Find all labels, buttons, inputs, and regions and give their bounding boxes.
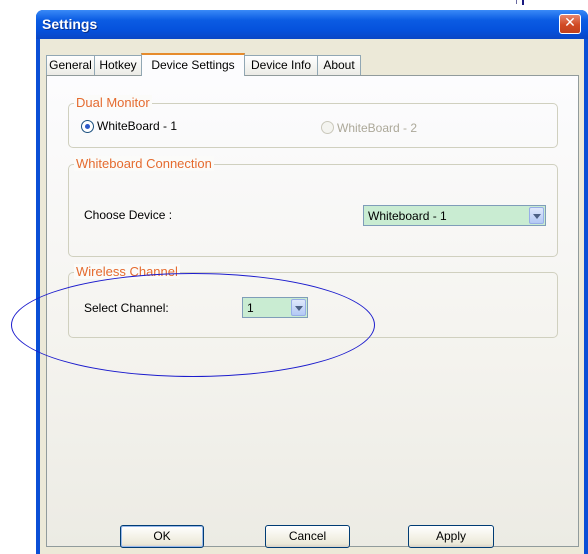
group-legend: Wireless Channel	[74, 264, 180, 279]
tab-label: Hotkey	[99, 58, 137, 72]
whiteboard-2-label: WhiteBoard - 2	[337, 121, 418, 135]
whiteboard-1-label: WhiteBoard - 1	[97, 119, 178, 133]
chevron-down-icon[interactable]	[291, 299, 306, 316]
tab-general[interactable]: General	[46, 55, 95, 75]
cancel-button-label: Cancel	[288, 529, 327, 543]
wireless-channel-group: Wireless Channel Select Channel: 1	[68, 264, 558, 338]
close-button[interactable]: ✕	[559, 14, 581, 34]
close-icon: ✕	[564, 15, 576, 31]
tab-device-info[interactable]: Device Info	[244, 55, 318, 75]
tab-label: Device Settings	[151, 58, 235, 72]
window-title: Settings	[42, 16, 98, 32]
group-legend: Whiteboard Connection	[74, 156, 214, 171]
whiteboard-1-radio[interactable]	[81, 120, 94, 133]
device-select[interactable]: Whiteboard - 1	[363, 205, 546, 226]
chevron-down-icon[interactable]	[529, 207, 544, 224]
tab-label: About	[323, 58, 355, 72]
background-mark	[516, 0, 517, 4]
title-bar[interactable]: Settings ✕	[36, 10, 588, 39]
cancel-button[interactable]: Cancel	[265, 525, 350, 548]
select-channel-label: Select Channel:	[84, 301, 169, 315]
tab-hotkey[interactable]: Hotkey	[94, 55, 142, 75]
whiteboard-2-radio[interactable]	[321, 121, 334, 134]
channel-select-value: 1	[247, 301, 254, 315]
dual-monitor-group: Dual Monitor WhiteBoard - 1 WhiteBoard -…	[68, 95, 558, 148]
tab-panel: Dual Monitor WhiteBoard - 1 WhiteBoard -…	[46, 75, 579, 547]
apply-button-label: Apply	[435, 529, 467, 543]
tab-device-settings[interactable]: Device Settings	[141, 53, 245, 76]
tab-label: Device Info	[250, 58, 312, 72]
whiteboard-connection-group: Whiteboard Connection Choose Device : Wh…	[68, 156, 558, 257]
ok-button[interactable]: OK	[120, 525, 204, 548]
group-legend: Dual Monitor	[74, 95, 152, 110]
tab-label: General	[49, 58, 92, 72]
channel-select[interactable]: 1	[242, 297, 308, 318]
dialog-client-area: General Hotkey Device Settings Device In…	[40, 39, 584, 554]
device-select-value: Whiteboard - 1	[368, 209, 447, 223]
choose-device-label: Choose Device :	[84, 208, 173, 222]
background-mark	[522, 0, 524, 5]
tab-about[interactable]: About	[317, 55, 361, 75]
settings-window: Settings ✕ General Hotkey Device Setting…	[36, 10, 588, 554]
apply-button[interactable]: Apply	[408, 525, 494, 548]
ok-button-label: OK	[153, 529, 171, 543]
